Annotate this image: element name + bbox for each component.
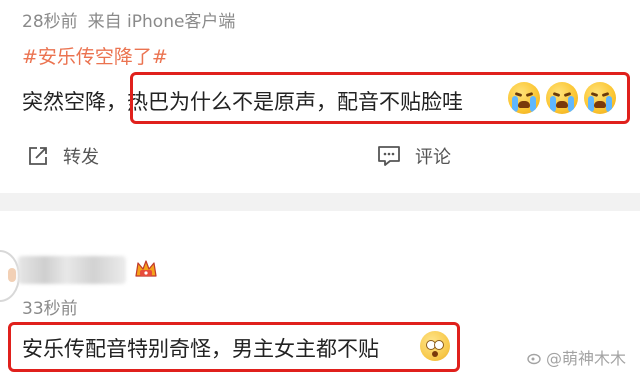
weibo-logo-icon xyxy=(527,353,541,365)
face-with-rolling-eyes-icon xyxy=(420,331,450,361)
repost-button[interactable]: 转发 xyxy=(27,143,99,169)
watermark-text: @萌神木木 xyxy=(545,349,626,368)
repost-icon xyxy=(29,147,47,165)
repost-label: 转发 xyxy=(63,147,99,168)
comment-time: 33秒前 xyxy=(22,299,78,319)
emoji-group xyxy=(508,82,616,114)
hashtag-link[interactable]: #安乐传空降了# xyxy=(22,42,168,69)
post-meta: 28秒前 来自 iPhone客户端 xyxy=(22,7,235,32)
watermark: @萌神木木 xyxy=(526,345,626,369)
post-source: 来自 iPhone客户端 xyxy=(87,12,236,32)
post-time: 28秒前 xyxy=(22,12,78,32)
highlight-box xyxy=(8,322,460,372)
username-redacted[interactable] xyxy=(18,256,126,284)
crying-face-icon xyxy=(546,82,578,114)
avatar[interactable] xyxy=(0,250,20,302)
divider xyxy=(0,193,640,211)
crying-face-icon xyxy=(584,82,616,114)
comment-label: 评论 xyxy=(415,147,451,168)
comment-icon xyxy=(378,146,400,166)
comment-button[interactable]: 评论 xyxy=(377,143,451,169)
crying-face-icon xyxy=(508,82,540,114)
crown-badge-icon xyxy=(135,260,157,277)
